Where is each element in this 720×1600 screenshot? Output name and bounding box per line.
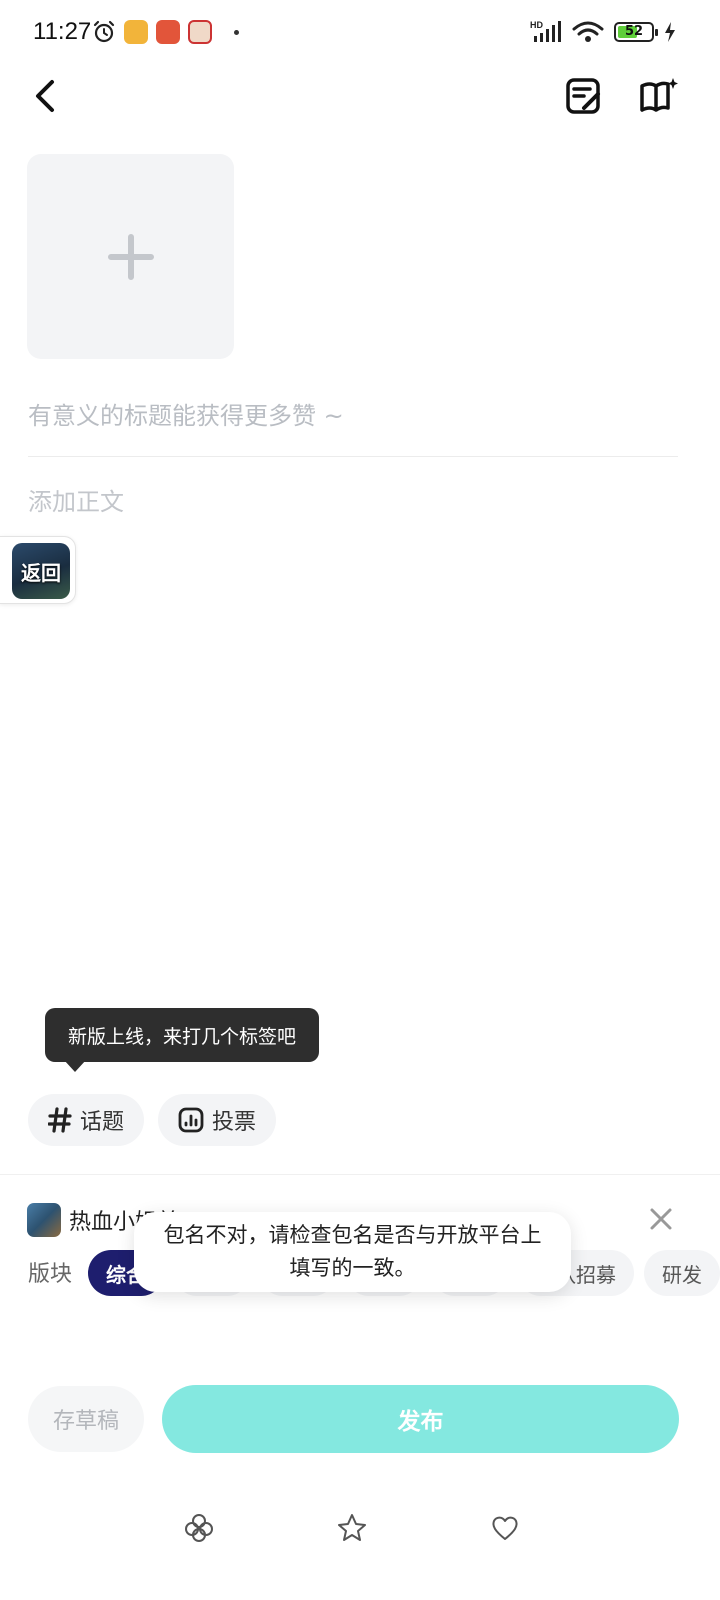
battery-icon: 52 xyxy=(614,22,658,42)
app-notification-icon xyxy=(156,20,180,44)
heart-icon xyxy=(489,1512,521,1544)
title-divider xyxy=(28,456,678,457)
poll-icon xyxy=(178,1107,204,1133)
remove-game-button[interactable] xyxy=(646,1204,676,1234)
star-icon xyxy=(336,1512,368,1544)
app-notification-icon xyxy=(188,20,212,44)
game-thumbnail: 返回 xyxy=(12,543,70,599)
body-input[interactable] xyxy=(28,478,678,526)
add-image-button[interactable] xyxy=(27,154,234,359)
signal-icon: HD xyxy=(530,20,561,42)
board-tab[interactable]: 研发 xyxy=(644,1250,720,1296)
app-notification-icon xyxy=(124,20,148,44)
back-arrow-icon xyxy=(36,80,54,112)
status-indicators: HD 52 xyxy=(530,20,676,44)
section-divider xyxy=(0,1174,720,1175)
publish-button[interactable]: 发布 xyxy=(162,1385,679,1453)
alarm-icon xyxy=(93,20,115,43)
clover-icon xyxy=(183,1512,215,1544)
title-input[interactable] xyxy=(28,392,678,440)
charging-icon xyxy=(665,22,675,42)
tooltip-arrow xyxy=(64,1060,86,1072)
error-toast: 包名不对，请检查包名是否与开放平台上填写的一致。 xyxy=(134,1212,571,1292)
svg-text:HD: HD xyxy=(530,20,543,30)
book-sparkle-icon xyxy=(640,78,678,112)
guide-button[interactable] xyxy=(636,74,680,118)
tag-tooltip: 新版上线，来打几个标签吧 xyxy=(45,1008,319,1062)
battery-level: 52 xyxy=(624,24,644,39)
hashtag-icon xyxy=(48,1107,72,1133)
back-button[interactable] xyxy=(28,74,64,118)
floating-return-label: 返回 xyxy=(21,560,61,585)
draft-box-button[interactable] xyxy=(562,74,606,118)
vote-chip-label: 投票 xyxy=(212,1110,257,1135)
status-time: 11:27 xyxy=(33,18,92,45)
more-notifications-icon xyxy=(234,29,239,35)
floating-return-button[interactable]: 返回 xyxy=(0,536,76,604)
battery-cap xyxy=(655,29,658,36)
topic-chip-label: 话题 xyxy=(80,1110,125,1135)
edit-note-icon xyxy=(566,78,600,114)
game-icon xyxy=(27,1203,61,1237)
board-label: 版块 xyxy=(28,1262,73,1287)
status-notifications xyxy=(92,18,239,46)
close-icon xyxy=(650,1208,672,1230)
plus-icon xyxy=(107,233,154,280)
save-draft-button[interactable]: 存草稿 xyxy=(28,1386,144,1452)
wifi-icon xyxy=(572,21,604,42)
status-bar: 11:27 HD 52 xyxy=(0,0,720,64)
topic-chip[interactable]: 话题 xyxy=(28,1094,145,1146)
vote-chip[interactable]: 投票 xyxy=(158,1094,277,1146)
